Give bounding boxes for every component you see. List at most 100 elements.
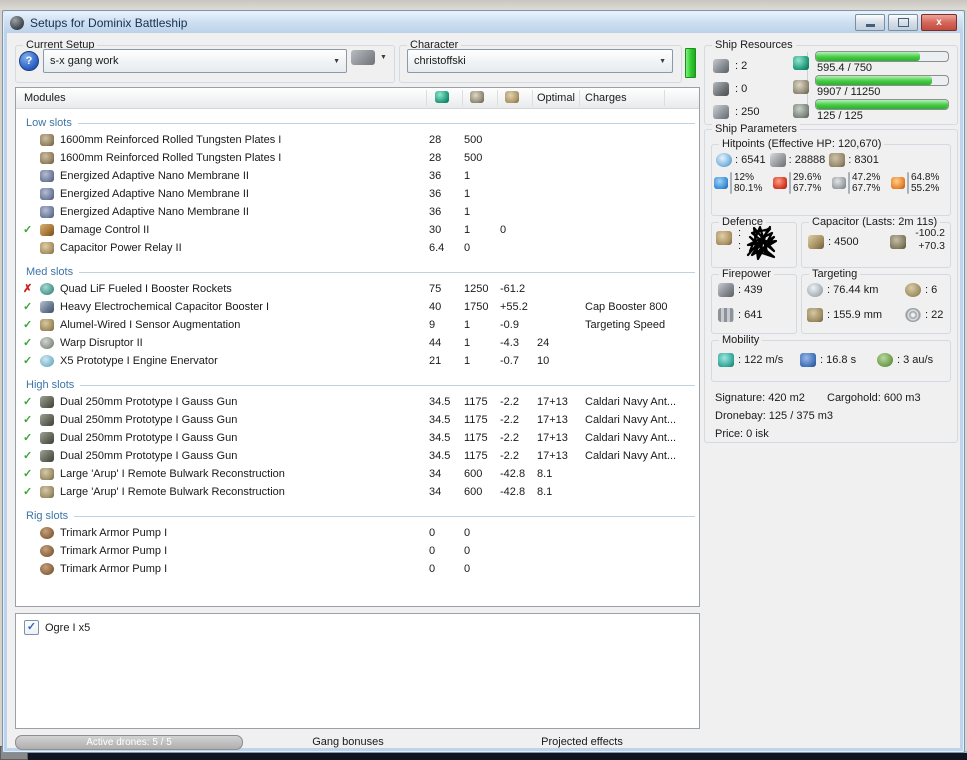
cpu-value: 28 <box>429 134 442 146</box>
resist-divider <box>730 172 732 194</box>
module-row[interactable]: ✓ Large 'Arup' I Remote Bulwark Reconstru… <box>16 484 699 502</box>
nano-membrane-icon <box>40 206 54 218</box>
module-row[interactable]: ✓ X5 Prototype I Engine Enervator 21 1 -0.7 1… <box>16 353 699 371</box>
minimize-icon <box>865 24 875 27</box>
max-velocity: : 122 m/s <box>738 354 784 366</box>
module-name: Trimark Armor Pump I <box>60 545 168 557</box>
capacitor-value: -42.8 <box>500 468 526 480</box>
help-icon[interactable]: ? <box>19 51 39 71</box>
capacitor-value: -42.8 <box>500 486 526 498</box>
powergrid-value: 1175 <box>464 450 488 462</box>
module-row[interactable]: ✓ Alumel-Wired I Sensor Augmentation 9 1 -0.… <box>16 317 699 335</box>
module-row[interactable]: ✓ Dual 250mm Prototype I Gauss Gun 34.5 117… <box>16 430 699 448</box>
turret-damage-icon <box>718 283 734 297</box>
active-drones-text: Active drones: 5 / 5 <box>86 737 172 748</box>
module-row[interactable]: ✓ Damage Control II 30 1 0 <box>16 222 699 240</box>
section-rule <box>74 515 695 517</box>
module-row[interactable]: Energized Adaptive Nano Membrane II 36 1 <box>16 186 699 204</box>
powergrid-value: 0 <box>464 545 471 557</box>
drone-row[interactable]: ✓ Ogre I x5 <box>16 614 699 635</box>
resist-shield-value: 64.8% <box>911 172 940 183</box>
scan-resolution: : 155.9 mm <box>827 309 883 321</box>
character-select-value: christoffski <box>414 55 466 67</box>
module-row[interactable]: ✓ Large 'Arup' I Remote Bulwark Reconstru… <box>16 466 699 484</box>
powergrid-value: 1175 <box>464 396 488 408</box>
maximize-button[interactable] <box>888 14 918 31</box>
module-row[interactable]: ✗ Quad LiF Fueled I Booster Rockets 75 1250… <box>16 281 699 299</box>
cross-icon: ✗ <box>23 283 33 295</box>
resist-values: 47.2% 67.7% <box>852 172 880 194</box>
resource-slot-row: : 0 <box>713 77 805 100</box>
powergrid-value: 1175 <box>464 432 488 444</box>
ship-parameters-group: Ship Parameters Hitpoints (Effective HP:… <box>704 123 958 443</box>
optimal-value: 17+13 <box>537 450 568 462</box>
resource-bar-value: 125 / 125 <box>817 110 863 122</box>
character-select[interactable]: christoffski ▼ <box>407 49 673 73</box>
module-name: Warp Disruptor II <box>60 337 143 349</box>
client-area: Current Setup ? s-x gang work ▼ ▼ Charac… <box>7 33 960 750</box>
powergrid-value: 1 <box>464 319 471 331</box>
signature-stat: Signature: 420 m2 <box>715 392 805 404</box>
powergrid-value: 1 <box>464 188 471 200</box>
module-row[interactable]: ✓ Warp Disruptor II 44 1 -4.3 24 <box>16 335 699 353</box>
modules-header: Modules Optimal Charges <box>16 88 699 109</box>
stasis-web-icon <box>40 355 54 367</box>
redaction-scribble <box>746 225 778 261</box>
module-row[interactable]: ✓ Dual 250mm Prototype I Gauss Gun 34.5 117… <box>16 412 699 430</box>
module-row[interactable]: ✓ Heavy Electrochemical Capacitor Booster… <box>16 299 699 317</box>
resist-armor-value: 67.7% <box>793 183 822 194</box>
module-row[interactable]: Trimark Armor Pump I 0 0 <box>16 543 699 561</box>
cap-booster-icon <box>40 301 54 313</box>
optimal-value: 8.1 <box>537 486 553 498</box>
module-row[interactable]: Energized Adaptive Nano Membrane II 36 1 <box>16 204 699 222</box>
dronebay-stat: Dronebay: 125 / 375 m3 <box>715 410 834 422</box>
module-row[interactable]: ✓ Dual 250mm Prototype I Gauss Gun 34.5 117… <box>16 394 699 412</box>
capacitor-value: +55.2 <box>500 301 528 313</box>
section-title-text: High slots <box>26 379 75 391</box>
damage-control-icon <box>40 224 54 236</box>
close-button[interactable]: x <box>921 14 957 31</box>
hitpoints-group: Hitpoints (Effective HP: 120,670) : 6541… <box>711 138 951 216</box>
section-title-text: Low slots <box>26 117 72 129</box>
capacitor-value: -61.2 <box>500 283 526 295</box>
gauss-gun-icon <box>40 396 54 408</box>
charges-value: Caldari Navy Ant... <box>585 450 677 462</box>
resist-values: 12% 80.1% <box>734 172 762 194</box>
warp-disruptor-icon <box>40 337 54 349</box>
afterburner-icon <box>40 283 54 295</box>
minimize-button[interactable] <box>855 14 885 31</box>
module-row[interactable]: Trimark Armor Pump I 0 0 <box>16 525 699 543</box>
active-drones-bar: Active drones: 5 / 5 <box>15 735 243 750</box>
module-row[interactable]: Trimark Armor Pump I 0 0 <box>16 561 699 579</box>
resource-slot-value: : 0 <box>735 82 748 95</box>
powergrid-value: 1 <box>464 206 471 218</box>
character-skill-indicator <box>685 48 696 78</box>
powergrid-value: 0 <box>464 242 471 254</box>
capacitor-recharge: +70.3 <box>918 240 945 252</box>
resource-slot-value: : 250 <box>735 105 760 118</box>
module-name: X5 Prototype I Engine Enervator <box>60 355 218 367</box>
speed-icon <box>718 353 734 367</box>
firepower-dps: : 641 <box>738 309 763 321</box>
module-row[interactable]: Capacitor Power Relay II 6.4 0 <box>16 240 699 258</box>
firepower-group: Firepower : 439 : 641 <box>711 268 797 334</box>
ship-menu-button[interactable]: ▼ <box>351 50 387 65</box>
gauss-gun-icon <box>40 450 54 462</box>
resist-cell: 29.6% 67.7% <box>773 172 832 194</box>
setup-select[interactable]: s-x gang work ▼ <box>43 49 347 73</box>
titlebar[interactable]: Setups for Dominix Battleship x <box>4 12 963 33</box>
resource-bar-row: 595.4 / 750 <box>793 50 949 74</box>
check-icon: ✓ <box>23 486 33 498</box>
powergrid-value: 500 <box>464 134 483 146</box>
module-row[interactable]: 1600mm Reinforced Rolled Tungsten Plates… <box>16 150 699 168</box>
cpu-value: 34 <box>429 468 442 480</box>
cpu-value: 44 <box>429 337 442 349</box>
ship-parameters-label: Ship Parameters <box>712 123 800 135</box>
module-row[interactable]: Energized Adaptive Nano Membrane II 36 1 <box>16 168 699 186</box>
module-name: Trimark Armor Pump I <box>60 527 168 539</box>
modules-list: Low slots 1600mm Reinforced Rolled Tungst… <box>16 114 699 579</box>
module-row[interactable]: ✓ Dual 250mm Prototype I Gauss Gun 34.5 117… <box>16 448 699 466</box>
capacitor-value: -2.2 <box>500 450 519 462</box>
module-row[interactable]: 1600mm Reinforced Rolled Tungsten Plates… <box>16 132 699 150</box>
drone-checkbox[interactable]: ✓ <box>24 620 39 635</box>
